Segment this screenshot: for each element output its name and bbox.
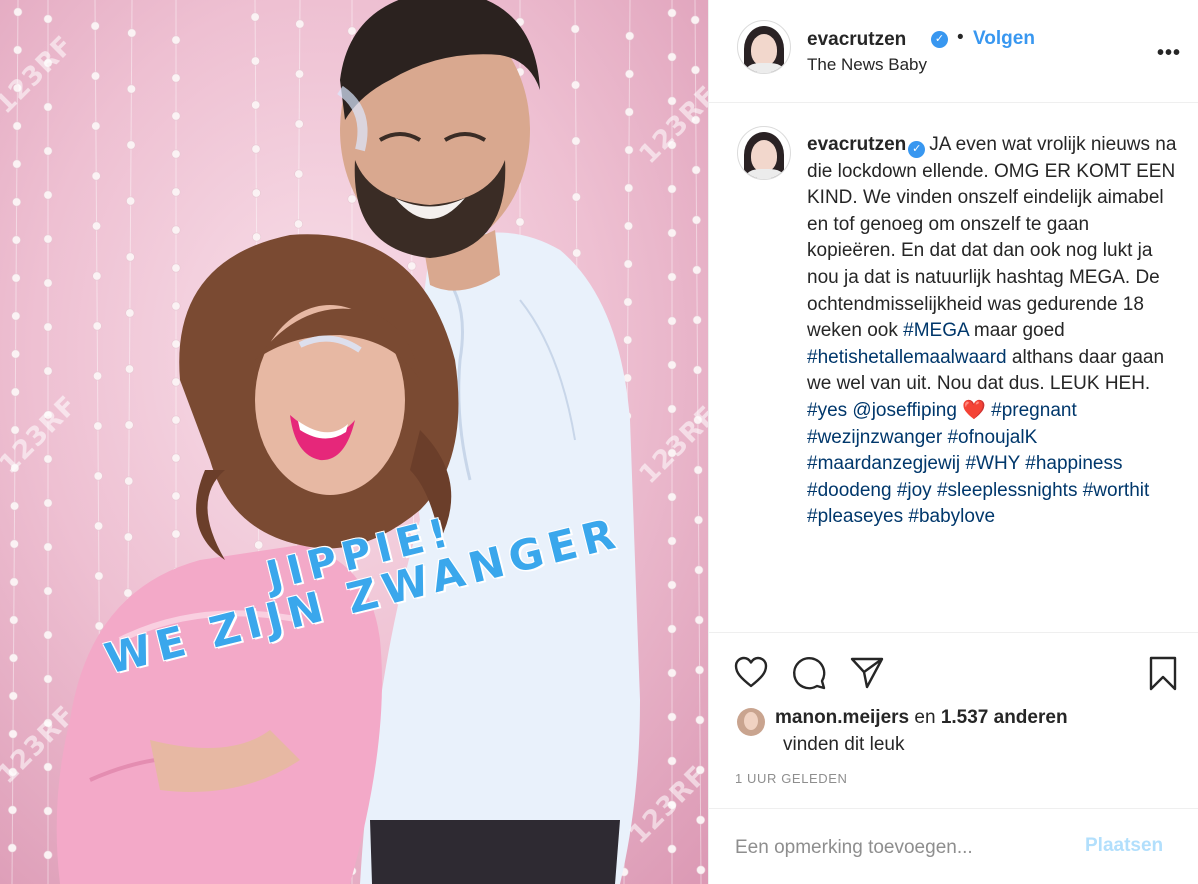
author-avatar[interactable] <box>737 20 791 74</box>
hashtag-link[interactable]: #MEGA <box>903 320 968 341</box>
mention-link[interactable]: @joseffiping <box>852 400 957 421</box>
share-icon[interactable] <box>849 655 885 691</box>
caption-text-segment: maar goed <box>968 320 1065 342</box>
more-options-icon[interactable]: ••• <box>1157 42 1181 65</box>
hashtag-link[interactable]: #wezijnzwanger <box>807 427 942 448</box>
hashtag-link[interactable]: #yes <box>807 400 847 421</box>
hashtag-link[interactable]: #pleaseyes <box>807 506 903 527</box>
hashtag-link[interactable]: #WHY <box>965 453 1020 474</box>
hashtag-link[interactable]: #happiness <box>1025 453 1122 474</box>
verified-badge-icon: ✓ <box>931 31 948 48</box>
caption-username-link[interactable]: evacrutzen <box>807 134 906 155</box>
hashtag-link[interactable]: #hetishetallemaalwaard <box>807 347 1007 368</box>
hashtag-link[interactable]: #joy <box>897 480 932 501</box>
follow-button[interactable]: Volgen <box>973 28 1035 50</box>
likes-summary: manon.meijers en 1.537 anderen <box>775 707 1068 729</box>
red-heart-emoji: ❤️ <box>962 399 986 421</box>
hashtag-link[interactable]: #ofnoujalK <box>947 427 1037 448</box>
liker-avatar[interactable] <box>737 708 765 736</box>
separator-dot: • <box>957 27 964 48</box>
author-username-link[interactable]: evacrutzen <box>807 29 906 51</box>
caption-text-segment: JA even wat vrolijk nieuws na die lockdo… <box>807 134 1177 342</box>
caption-text: evacrutzen ✓ JA even wat vrolijk nieuws na… <box>807 132 1182 531</box>
save-bookmark-icon[interactable] <box>1147 655 1179 693</box>
hashtag-link[interactable]: #doodeng <box>807 480 892 501</box>
verified-badge-icon: ✓ <box>908 141 926 158</box>
hashtag-link[interactable]: #worthit <box>1083 480 1150 501</box>
photo-illustration <box>0 0 708 884</box>
location-link[interactable]: The News Baby <box>807 55 927 75</box>
likes-suffix: vinden dit leuk <box>783 734 905 755</box>
caption-body: JA even wat vrolijk nieuws na die lockdo… <box>807 134 1176 527</box>
post-header: evacrutzen ✓ • Volgen The News Baby ••• <box>709 0 1198 103</box>
likes-count-link[interactable]: 1.537 anderen <box>941 707 1068 728</box>
caption-area: evacrutzen ✓ JA even wat vrolijk nieuws na… <box>709 104 1198 632</box>
comment-form: Plaatsen <box>709 808 1198 884</box>
post-image[interactable]: 123RF 123RF 123RF 123RF 123RF 123RF JIPP… <box>0 0 708 884</box>
hashtag-link[interactable]: #pregnant <box>991 400 1077 421</box>
post-actions: manon.meijers en 1.537 anderen vinden di… <box>709 632 1198 807</box>
post-comment-button[interactable]: Plaatsen <box>1085 835 1163 857</box>
hashtag-link[interactable]: #maardanzegjewij <box>807 453 960 474</box>
comment-input[interactable] <box>735 833 1065 863</box>
liker-username-link[interactable]: manon.meijers <box>775 707 909 728</box>
post-timestamp[interactable]: 1 UUR GELEDEN <box>735 771 848 786</box>
hashtag-link[interactable]: #babylove <box>908 506 995 527</box>
likes-connector: en <box>909 707 941 728</box>
caption-author-avatar[interactable] <box>737 126 791 180</box>
hashtag-link[interactable]: #sleeplessnights <box>937 480 1077 501</box>
post-side-panel: evacrutzen ✓ • Volgen The News Baby ••• … <box>708 0 1198 884</box>
comment-icon[interactable] <box>791 655 827 691</box>
like-heart-icon[interactable] <box>733 655 769 689</box>
